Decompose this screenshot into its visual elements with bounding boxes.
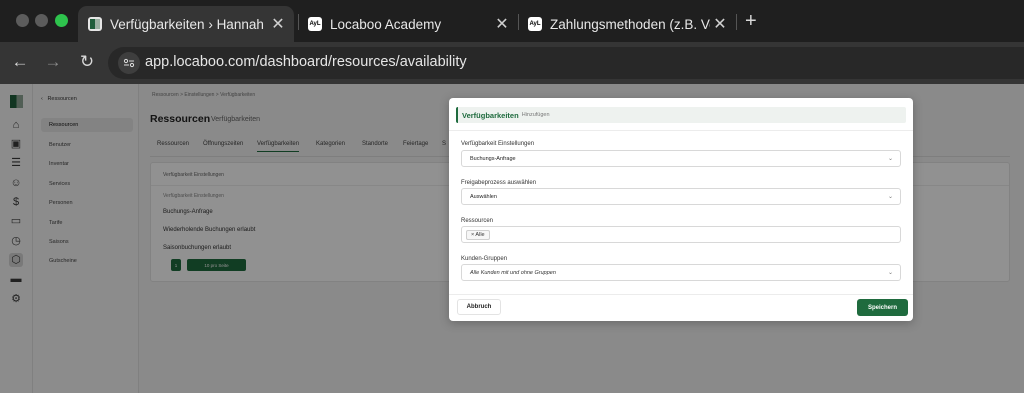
address-bar[interactable]: app.locaboo.com/dashboard/resources/avai… (108, 47, 1024, 79)
browser-tab-bar: Verfügbarkeiten › Hannah Sch ✕ AyL Locab… (0, 0, 1024, 42)
availability-modal: Verfügbarkeiten Hinzufügen Verfügbarkeit… (449, 98, 913, 321)
select-value: Auswählen (470, 194, 497, 200)
modal-subtitle: Hinzufügen (521, 112, 550, 118)
customer-groups-label: Kunden-Gruppen (461, 256, 508, 262)
modal-divider (449, 294, 913, 295)
modal-header: Verfügbarkeiten Hinzufügen (456, 107, 906, 123)
tab-title: Verfügbarkeiten › Hannah Sch (110, 16, 268, 32)
cancel-button[interactable]: Abbruch (457, 299, 501, 315)
browser-tab-availability[interactable]: Verfügbarkeiten › Hannah Sch ✕ (78, 6, 294, 42)
resources-label: Ressourcen (461, 218, 494, 224)
availability-settings-select[interactable]: Buchungs-Anfrage ⌄ (461, 150, 901, 167)
browser-toolbar: ← → ↻ app.locaboo.com/dashboard/resource… (0, 42, 1024, 84)
chevron-down-icon: ⌄ (887, 270, 893, 276)
tab-divider (736, 14, 737, 30)
window-minimize-button[interactable] (35, 14, 48, 27)
locaboo-app-favicon-icon (88, 17, 102, 31)
select-value: Alle Kunden mit und ohne Gruppen (470, 270, 556, 276)
modal-divider (449, 130, 913, 131)
ayl-favicon-icon: AyL (308, 17, 322, 31)
chevron-down-icon: ⌄ (887, 194, 893, 200)
url-text: app.locaboo.com/dashboard/resources/avai… (145, 54, 467, 70)
forward-arrow-icon[interactable]: → (43, 52, 63, 72)
chevron-down-icon: ⌄ (887, 156, 893, 162)
customer-groups-select[interactable]: Alle Kunden mit und ohne Gruppen ⌄ (461, 264, 901, 281)
window-zoom-button[interactable] (55, 14, 68, 27)
ayl-favicon-icon: AyL (528, 17, 542, 31)
reload-icon[interactable]: ↻ (77, 52, 97, 72)
save-button[interactable]: Speichern (857, 299, 908, 316)
availability-settings-label: Verfügbarkeit Einstellungen (461, 141, 535, 147)
approval-process-select[interactable]: Auswählen ⌄ (461, 188, 901, 205)
tab-close-icon[interactable]: ✕ (710, 14, 730, 34)
select-value: Buchungs-Anfrage (470, 156, 516, 162)
browser-tab-payment-methods[interactable]: AyL Zahlungsmethoden (z.B. Vork ✕ (518, 6, 736, 42)
site-settings-icon[interactable] (118, 52, 140, 74)
tab-title: Zahlungsmethoden (z.B. Vork (550, 16, 710, 32)
window-close-button[interactable] (16, 14, 29, 27)
approval-process-label: Freigabeprozess auswählen (461, 180, 537, 186)
resources-multiselect[interactable]: × Alle (461, 226, 901, 243)
tab-title: Locaboo Academy (330, 16, 442, 32)
browser-tab-academy[interactable]: AyL Locaboo Academy ✕ (298, 6, 518, 42)
back-arrow-icon[interactable]: ← (10, 52, 30, 72)
modal-title: Verfügbarkeiten (462, 110, 519, 120)
tab-close-icon[interactable]: ✕ (492, 14, 512, 34)
resource-chip-all[interactable]: × Alle (466, 230, 490, 240)
tab-close-icon[interactable]: ✕ (268, 14, 288, 34)
new-tab-button[interactable]: + (745, 10, 757, 33)
